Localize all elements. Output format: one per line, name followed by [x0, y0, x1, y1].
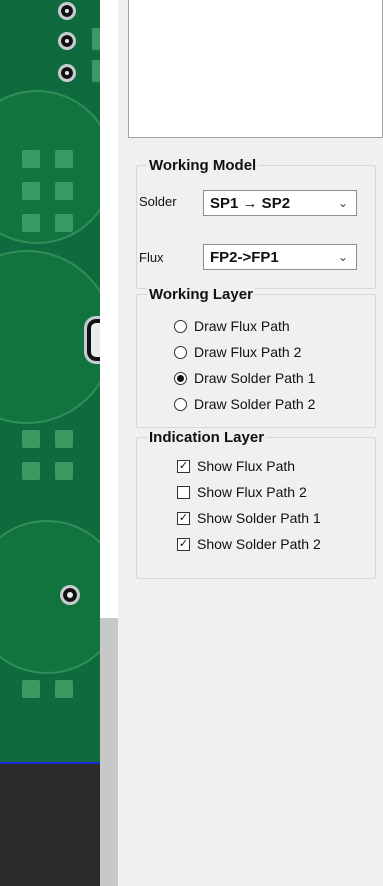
- checkbox-label: Show Flux Path 2: [197, 484, 307, 500]
- pcb-pad: [55, 214, 73, 232]
- chevron-down-icon[interactable]: ⌄: [338, 196, 348, 210]
- radio-button-selected[interactable]: [174, 371, 187, 385]
- radio-button[interactable]: [174, 319, 187, 333]
- checkbox-label: Show Flux Path: [197, 458, 296, 474]
- radio-button[interactable]: [174, 397, 187, 411]
- pcb-pad: [92, 60, 100, 82]
- check-icon[interactable]: ✓: [177, 511, 190, 525]
- solder-select-value: SP1 → SP2: [210, 194, 291, 212]
- pcb-hole: [84, 316, 100, 364]
- pcb-hole: [58, 64, 76, 82]
- check-icon[interactable]: ✓: [177, 537, 190, 551]
- pcb-dark-region: [0, 764, 100, 886]
- preview-box: [128, 0, 383, 138]
- indication-layer-group: Indication Layer ✓ Show Flux Path Show F…: [136, 429, 376, 579]
- radio-label: Draw Flux Path: [194, 318, 290, 334]
- pcb-pad: [55, 430, 73, 448]
- working-layer-group: Working Layer Draw Flux Path Draw Flux P…: [136, 286, 376, 428]
- radio-label: Draw Solder Path 1: [194, 370, 316, 386]
- flux-select[interactable]: FP2->FP1 ⌄: [203, 244, 357, 270]
- checkbox-label: Show Solder Path 1: [197, 510, 321, 526]
- check-show-solder-path-1[interactable]: ✓ Show Solder Path 1: [177, 510, 321, 526]
- pcb-hole: [58, 32, 76, 50]
- flux-select-value: FP2->FP1: [210, 248, 279, 266]
- pcb-image-area[interactable]: [0, 0, 100, 886]
- working-layer-title: Working Layer: [147, 286, 255, 303]
- vertical-scrollbar-thumb[interactable]: [100, 618, 118, 886]
- radio-button[interactable]: [174, 345, 187, 359]
- radio-draw-flux-path-2[interactable]: Draw Flux Path 2: [174, 344, 301, 360]
- working-model-group: Working Model Solder SP1 → SP2 ⌄ Flux FP…: [136, 157, 376, 289]
- pcb-pad: [92, 28, 100, 50]
- pcb-pad: [22, 430, 40, 448]
- pcb-pad: [55, 182, 73, 200]
- chevron-down-icon[interactable]: ⌄: [338, 250, 348, 264]
- radio-label: Draw Flux Path 2: [194, 344, 302, 360]
- indication-layer-title: Indication Layer: [147, 429, 267, 446]
- check-show-solder-path-2[interactable]: ✓ Show Solder Path 2: [177, 536, 321, 552]
- radio-draw-solder-path-2[interactable]: Draw Solder Path 2: [174, 396, 315, 412]
- solder-label: Solder: [139, 194, 177, 209]
- flux-label: Flux: [139, 250, 164, 265]
- check-show-flux-path[interactable]: ✓ Show Flux Path: [177, 458, 295, 474]
- pcb-pad: [55, 680, 73, 698]
- pcb-pad: [22, 462, 40, 480]
- app-root: Working Model Solder SP1 → SP2 ⌄ Flux FP…: [0, 0, 383, 886]
- check-icon[interactable]: ✓: [177, 459, 190, 473]
- pcb-pad: [22, 182, 40, 200]
- pcb-pad: [22, 214, 40, 232]
- radio-draw-solder-path-1[interactable]: Draw Solder Path 1: [174, 370, 315, 386]
- radio-label: Draw Solder Path 2: [194, 396, 316, 412]
- check-show-flux-path-2[interactable]: Show Flux Path 2: [177, 484, 307, 500]
- pcb-pad: [55, 462, 73, 480]
- pcb-pad: [22, 150, 40, 168]
- radio-draw-flux-path[interactable]: Draw Flux Path: [174, 318, 290, 334]
- working-model-title: Working Model: [147, 157, 259, 174]
- pcb-pad: [55, 150, 73, 168]
- pcb-large-pad: [0, 520, 100, 674]
- checkbox-label: Show Solder Path 2: [197, 536, 321, 552]
- pcb-pad: [22, 680, 40, 698]
- vertical-scroll-track[interactable]: [100, 0, 118, 618]
- pcb-hole: [58, 2, 76, 20]
- solder-select[interactable]: SP1 → SP2 ⌄: [203, 190, 357, 216]
- checkbox-unchecked[interactable]: [177, 485, 190, 499]
- pcb-large-pad: [0, 90, 100, 244]
- right-control-panel: Working Model Solder SP1 → SP2 ⌄ Flux FP…: [118, 0, 383, 886]
- pcb-hole: [60, 585, 80, 605]
